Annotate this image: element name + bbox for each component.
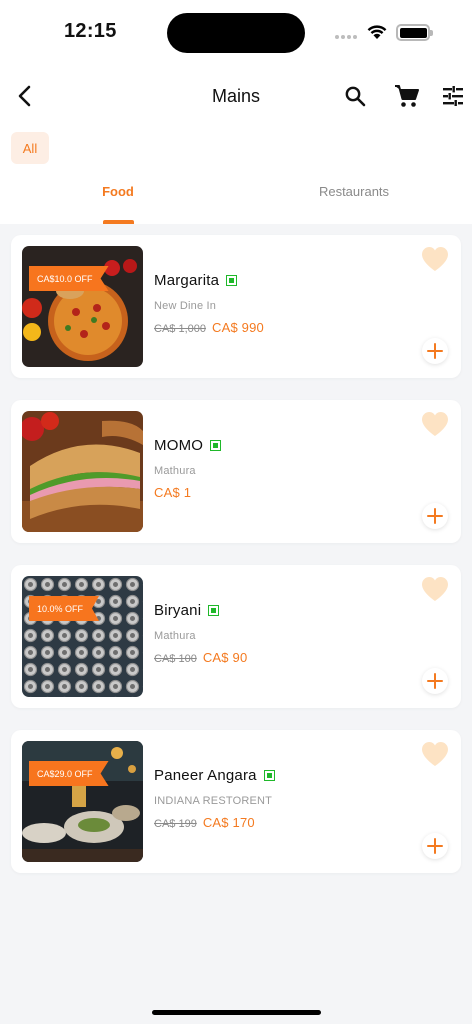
offer-badge: CA$29.0 OFF — [29, 761, 109, 786]
price-row: CA$ 100 CA$ 90 — [154, 650, 247, 665]
restaurant-name: INDIANA RESTORENT — [154, 795, 273, 807]
food-image: CA$10.0 OFF — [22, 246, 143, 367]
cart-icon — [395, 85, 419, 107]
signal-icon — [335, 35, 357, 39]
veg-icon — [210, 440, 222, 451]
plus-icon — [427, 508, 443, 524]
heart-icon[interactable] — [421, 411, 449, 437]
tab-underline — [103, 220, 134, 224]
food-card[interactable]: 10.0% OFF Biryani Mathura CA$ 100 CA$ 90 — [11, 565, 461, 708]
add-to-cart-button[interactable] — [422, 668, 448, 694]
item-name-row: MOMO — [154, 437, 222, 454]
item-name-row: Paneer Angara — [154, 767, 275, 784]
item-name: MOMO — [154, 437, 204, 454]
discounted-price: CA$ 990 — [211, 320, 264, 335]
price-row: CA$ 1,000 CA$ 990 — [154, 320, 264, 335]
cart-button[interactable] — [391, 80, 423, 112]
offer-badge: CA$10.0 OFF — [29, 266, 109, 291]
heart-icon[interactable] — [421, 576, 449, 602]
discounted-price: CA$ 1 — [154, 485, 192, 500]
wifi-icon — [367, 25, 387, 39]
item-name-row: Margarita — [154, 272, 238, 289]
restaurant-name: Mathura — [154, 630, 196, 642]
item-name: Biryani — [154, 602, 202, 619]
restaurant-name: New Dine In — [154, 300, 217, 312]
search-icon — [345, 86, 366, 107]
restaurant-name: Mathura — [154, 465, 196, 477]
tab-food[interactable]: Food — [0, 184, 236, 199]
search-button[interactable] — [339, 80, 371, 112]
filter-chip-all[interactable]: All — [11, 132, 49, 164]
top-bar: 12:15 Mains All Food Restaurants — [0, 0, 472, 224]
food-image: CA$29.0 OFF — [22, 741, 143, 862]
plus-icon — [427, 343, 443, 359]
battery-icon — [396, 24, 433, 41]
plus-icon — [427, 838, 443, 854]
food-image: 10.0% OFF — [22, 576, 143, 697]
discounted-price: CA$ 170 — [202, 815, 255, 830]
veg-icon — [263, 770, 275, 781]
offer-badge: 10.0% OFF — [29, 596, 100, 621]
tab-restaurants[interactable]: Restaurants — [236, 184, 472, 199]
veg-icon — [226, 275, 238, 286]
food-image — [22, 411, 143, 532]
original-price: CA$ 100 — [154, 653, 197, 665]
plus-icon — [427, 673, 443, 689]
add-to-cart-button[interactable] — [422, 503, 448, 529]
heart-icon[interactable] — [421, 246, 449, 272]
food-card[interactable]: CA$10.0 OFF Margarita New Dine In CA$ 1,… — [11, 235, 461, 378]
heart-icon[interactable] — [421, 741, 449, 767]
status-time: 12:15 — [64, 20, 117, 42]
add-to-cart-button[interactable] — [422, 833, 448, 859]
food-card[interactable]: MOMO Mathura CA$ 1 — [11, 400, 461, 543]
original-price: CA$ 1,000 — [154, 323, 206, 335]
filter-button[interactable] — [437, 80, 469, 112]
add-to-cart-button[interactable] — [422, 338, 448, 364]
food-card[interactable]: CA$29.0 OFF Paneer Angara INDIANA RESTOR… — [11, 730, 461, 873]
tune-icon — [443, 86, 463, 106]
original-price: CA$ 199 — [154, 818, 197, 830]
discounted-price: CA$ 90 — [202, 650, 248, 665]
dynamic-island — [167, 13, 305, 53]
item-name: Margarita — [154, 272, 220, 289]
home-indicator[interactable] — [152, 1010, 321, 1015]
item-name: Paneer Angara — [154, 767, 257, 784]
price-row: CA$ 1 — [154, 485, 191, 500]
veg-icon — [208, 605, 220, 616]
price-row: CA$ 199 CA$ 170 — [154, 815, 255, 830]
item-name-row: Biryani — [154, 602, 220, 619]
